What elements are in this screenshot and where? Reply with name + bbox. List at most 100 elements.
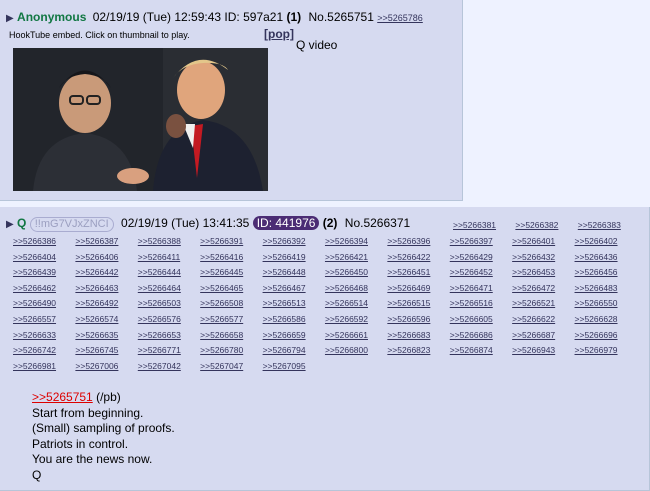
backlink[interactable]: >>5266401 [512, 234, 574, 250]
backlink[interactable]: >>5266771 [138, 343, 200, 359]
backlink[interactable]: >>5266596 [387, 312, 449, 328]
backlink[interactable]: >>5266794 [263, 343, 325, 359]
quote-suffix: (/pb) [92, 390, 121, 404]
backlink[interactable]: >>5266633 [13, 328, 75, 344]
backlink[interactable]: >>5266661 [325, 328, 387, 344]
backlink[interactable]: >>5266492 [75, 296, 137, 312]
backlink[interactable]: >>5266432 [512, 250, 574, 266]
backlink[interactable]: >>5266586 [263, 312, 325, 328]
backlink[interactable]: >>5266462 [13, 281, 75, 297]
backlink[interactable]: >>5266397 [450, 234, 512, 250]
backlink[interactable]: >>5266404 [13, 250, 75, 266]
backlink[interactable]: >>5266465 [200, 281, 262, 297]
backlink[interactable]: >>5266464 [138, 281, 200, 297]
post-menu-arrow-icon[interactable]: ▶ [6, 219, 14, 230]
backlink[interactable]: >>5266653 [138, 328, 200, 344]
poster-id-badge[interactable]: ID: 441976 [252, 216, 320, 230]
poster-id[interactable]: 597a21 [243, 10, 283, 24]
backlink[interactable]: >>5266515 [387, 296, 449, 312]
backlink[interactable]: >>5266472 [512, 281, 574, 297]
backlink[interactable]: >>5266419 [263, 250, 325, 266]
backlink[interactable]: >>5266448 [263, 265, 325, 281]
video-thumbnail[interactable] [13, 48, 268, 191]
backlink[interactable]: >>5266381 [453, 218, 515, 234]
backlink[interactable]: >>5266456 [575, 265, 637, 281]
backlink[interactable]: >>5266451 [387, 265, 449, 281]
backlink[interactable]: >>5266574 [75, 312, 137, 328]
backlink[interactable]: >>5266490 [13, 296, 75, 312]
backlink[interactable]: >>5266516 [450, 296, 512, 312]
backlink[interactable]: >>5266577 [200, 312, 262, 328]
backlink[interactable]: >>5266468 [325, 281, 387, 297]
backlink[interactable]: >>5266550 [575, 296, 637, 312]
backlink[interactable]: >>5266444 [138, 265, 200, 281]
backlink[interactable]: >>5266503 [138, 296, 200, 312]
quote-link[interactable]: >>5265751 [32, 390, 93, 404]
backlink[interactable]: >>5266411 [138, 250, 200, 266]
backlink[interactable]: >>5266557 [13, 312, 75, 328]
backlink[interactable]: >>5266439 [13, 265, 75, 281]
backlink[interactable]: >>5266981 [13, 359, 75, 375]
backlink[interactable]: >>5266576 [138, 312, 200, 328]
post-number[interactable]: No.5266371 [345, 216, 410, 230]
pop-link[interactable]: [pop] [264, 27, 294, 41]
backlink[interactable]: >>5266696 [575, 328, 637, 344]
post-menu-arrow-icon[interactable]: ▶ [6, 13, 14, 24]
backlink[interactable]: >>5266780 [200, 343, 262, 359]
backlink[interactable]: >>5266622 [512, 312, 574, 328]
backlink[interactable]: >>5266508 [200, 296, 262, 312]
backlink[interactable]: >>5266683 [387, 328, 449, 344]
backlink[interactable]: >>5266628 [575, 312, 637, 328]
backlink[interactable]: >>5266392 [263, 234, 325, 250]
backlink[interactable]: >>5266453 [512, 265, 574, 281]
reply-backlink[interactable]: >>5265786 [377, 13, 423, 23]
backlink[interactable]: >>5266513 [263, 296, 325, 312]
backlink[interactable]: >>5266979 [575, 343, 637, 359]
backlink[interactable]: >>5266469 [387, 281, 449, 297]
backlink[interactable]: >>5266658 [200, 328, 262, 344]
backlink[interactable]: >>5266382 [515, 218, 577, 234]
backlink[interactable]: >>5267047 [200, 359, 262, 375]
backlink[interactable]: >>5266445 [200, 265, 262, 281]
backlink[interactable]: >>5266687 [512, 328, 574, 344]
backlink[interactable]: >>5266943 [512, 343, 574, 359]
backlink[interactable]: >>5267095 [263, 359, 325, 375]
backlink[interactable]: >>5266383 [578, 218, 640, 234]
backlink[interactable]: >>5266471 [450, 281, 512, 297]
backlink[interactable]: >>5266452 [450, 265, 512, 281]
backlink[interactable]: >>5266422 [387, 250, 449, 266]
backlink[interactable]: >>5266391 [200, 234, 262, 250]
backlink[interactable]: >>5267042 [138, 359, 200, 375]
post-5265751: ▶ Anonymous 02/19/19 (Tue) 12:59:43 ID: … [0, 0, 463, 201]
backlink[interactable]: >>5266635 [75, 328, 137, 344]
backlink[interactable]: >>5266800 [325, 343, 387, 359]
backlink[interactable]: >>5266521 [512, 296, 574, 312]
backlink[interactable]: >>5266416 [200, 250, 262, 266]
backlink[interactable]: >>5266388 [138, 234, 200, 250]
backlink[interactable]: >>5266421 [325, 250, 387, 266]
backlink[interactable]: >>5266823 [387, 343, 449, 359]
backlink[interactable]: >>5266745 [75, 343, 137, 359]
backlink[interactable]: >>5266514 [325, 296, 387, 312]
backlink[interactable]: >>5266442 [75, 265, 137, 281]
backlink[interactable]: >>5266436 [575, 250, 637, 266]
backlink[interactable]: >>5266467 [263, 281, 325, 297]
backlink[interactable]: >>5266592 [325, 312, 387, 328]
backlink[interactable]: >>5266396 [387, 234, 449, 250]
backlink[interactable]: >>5266659 [263, 328, 325, 344]
backlink[interactable]: >>5266387 [75, 234, 137, 250]
backlink[interactable]: >>5267006 [75, 359, 137, 375]
backlink[interactable]: >>5266394 [325, 234, 387, 250]
post-number[interactable]: No.5265751 [309, 10, 374, 24]
backlink[interactable]: >>5266686 [450, 328, 512, 344]
backlink[interactable]: >>5266605 [450, 312, 512, 328]
backlink[interactable]: >>5266463 [75, 281, 137, 297]
backlink[interactable]: >>5266406 [75, 250, 137, 266]
backlink[interactable]: >>5266483 [575, 281, 637, 297]
backlink[interactable]: >>5266429 [450, 250, 512, 266]
backlink[interactable]: >>5266874 [450, 343, 512, 359]
backlink[interactable]: >>5266386 [13, 234, 75, 250]
backlink[interactable]: >>5266450 [325, 265, 387, 281]
backlink[interactable]: >>5266742 [13, 343, 75, 359]
backlink[interactable]: >>5266402 [575, 234, 637, 250]
